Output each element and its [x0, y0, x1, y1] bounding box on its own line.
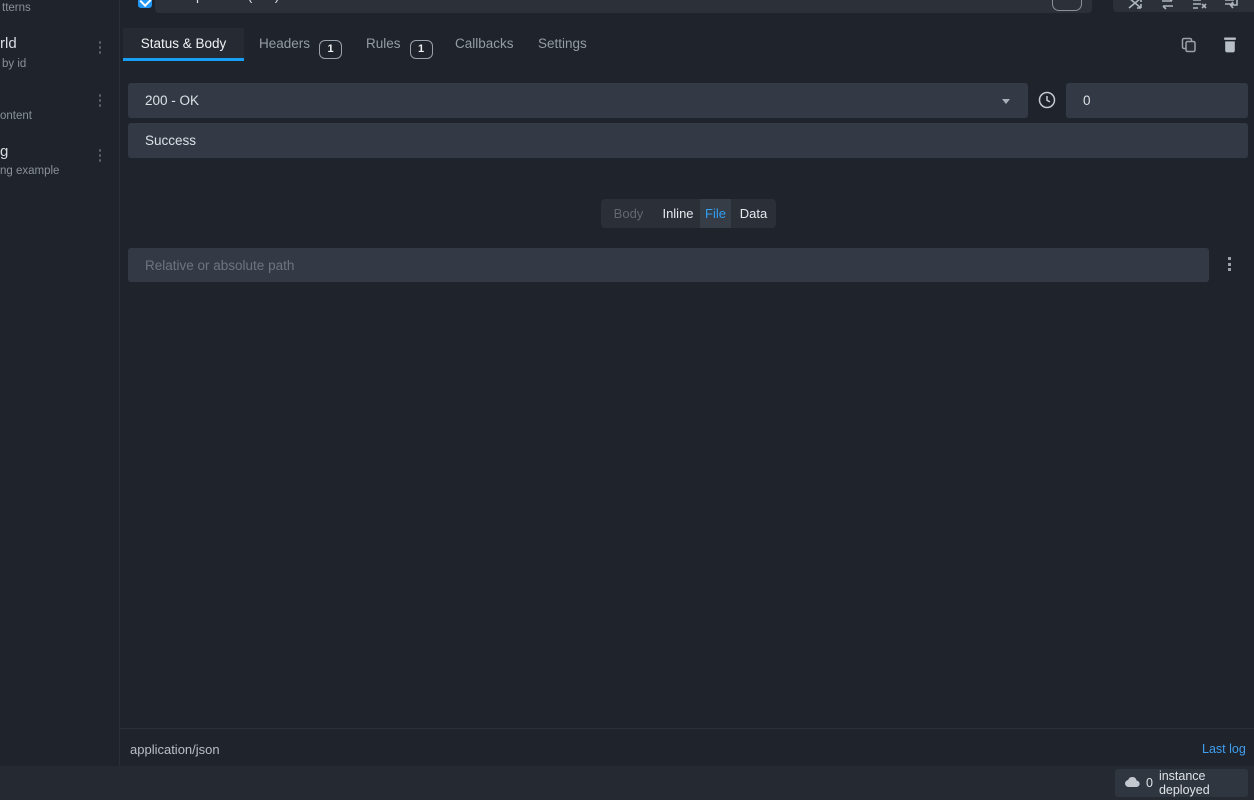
tab-callbacks[interactable]: Callbacks — [455, 28, 514, 61]
instance-count: 0 — [1146, 776, 1153, 790]
content-type-label: application/json — [130, 742, 220, 757]
duplicate-response-button[interactable] — [1177, 33, 1201, 57]
disable-rules-icon[interactable] — [1192, 0, 1207, 11]
footer-divider — [120, 728, 1254, 729]
instance-deployed-label: instance deployed — [1159, 769, 1248, 797]
instances-deployed-button[interactable]: 0 instance deployed — [1115, 769, 1248, 797]
route-doc-fragment: ng example — [0, 165, 59, 177]
body-toggle-label: Body — [601, 199, 656, 228]
tab-headers[interactable]: Headers1 — [259, 28, 342, 61]
status-code-select[interactable]: 200 - OK — [128, 83, 1028, 118]
sequential-response-icon[interactable] — [1160, 0, 1175, 11]
route-doc-fragment: by id — [2, 58, 26, 70]
fallback-mode-icon[interactable] — [1224, 0, 1239, 11]
copy-icon — [1181, 37, 1197, 53]
response-dropdown-button[interactable]: Response 1 (200) Success — [155, 0, 1092, 13]
route-doc-fragment: tterns — [2, 2, 31, 14]
route-doc-fragment: ontent — [0, 110, 32, 122]
app-status-bar: 0 instance deployed — [0, 766, 1254, 800]
latency-input[interactable] — [1066, 83, 1248, 118]
random-response-icon[interactable] — [1128, 0, 1143, 11]
trash-icon — [1223, 37, 1237, 53]
tab-settings[interactable]: Settings — [538, 28, 587, 61]
tab-status-body[interactable]: Status & Body — [123, 28, 244, 61]
mockoon-window: tterns rld by id ontent g ng example Res… — [0, 0, 1254, 800]
response-label-input[interactable] — [128, 123, 1248, 158]
route-menu-kebab-icon[interactable] — [93, 149, 107, 165]
route-title-fragment: g — [0, 143, 8, 160]
routes-sidebar: tterns rld by id ontent g ng example — [0, 0, 120, 766]
response-flag-badge-icon — [1052, 0, 1082, 11]
file-path-menu-kebab-icon[interactable] — [1219, 250, 1239, 280]
response-selector-strip: Response 1 (200) Success — [120, 0, 1254, 14]
body-type-inline[interactable]: Inline — [656, 199, 700, 228]
cloud-icon — [1124, 775, 1140, 793]
status-code-value: 200 - OK — [145, 93, 199, 108]
route-menu-kebab-icon[interactable] — [93, 41, 107, 57]
response-label: Success — [287, 0, 338, 3]
route-menu-kebab-icon[interactable] — [93, 94, 107, 110]
response-tab-bar: Status & Body Headers1 Rules1 Callbacks … — [120, 28, 1254, 61]
rules-count-badge: 1 — [410, 40, 433, 59]
file-path-input[interactable] — [128, 248, 1209, 282]
latency-clock-icon — [1038, 91, 1056, 109]
chevron-down-icon — [1002, 99, 1010, 104]
body-type-data[interactable]: Data — [731, 199, 776, 228]
response-title: Response 1 (200) Success — [172, 0, 338, 13]
tab-rules[interactable]: Rules1 — [366, 28, 433, 61]
delete-response-button[interactable] — [1218, 33, 1242, 57]
default-response-flag-icon[interactable] — [138, 0, 152, 8]
route-title-fragment: rld — [0, 35, 17, 52]
body-type-file[interactable]: File — [700, 199, 731, 228]
response-mode-toolbar — [1113, 0, 1254, 12]
body-type-toggle: Body Inline File Data — [601, 199, 776, 228]
last-log-link[interactable]: Last log — [1202, 742, 1246, 756]
headers-count-badge: 1 — [319, 40, 342, 59]
